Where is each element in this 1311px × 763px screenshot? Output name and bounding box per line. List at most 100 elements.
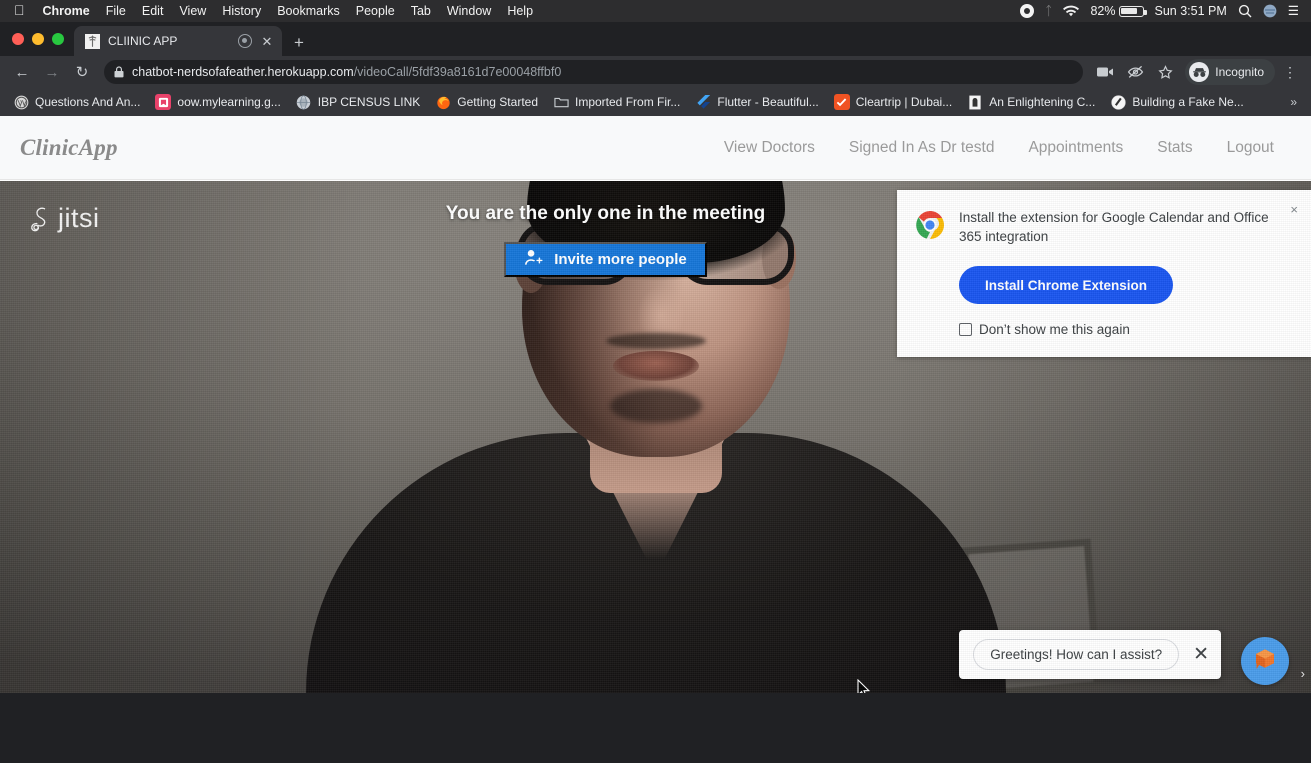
chatbot-greeting-bar: Greetings! How can I assist? ✕: [959, 630, 1221, 679]
chatbot-expand-icon[interactable]: ›: [1301, 666, 1305, 681]
tab-strip: CLIINIC APP ✕ +: [0, 22, 1311, 56]
url-path: /videoCall/5fdf39a8161d7e00048ffbf0: [353, 65, 562, 79]
menu-help[interactable]: Help: [499, 4, 541, 18]
bookmark-label: Questions And An...: [35, 95, 141, 109]
menu-edit[interactable]: Edit: [134, 4, 172, 18]
menu-window[interactable]: Window: [439, 4, 499, 18]
invite-more-people-button[interactable]: Invite more people: [504, 242, 707, 277]
bookmark-label: An Enlightening C...: [989, 95, 1096, 109]
bookmark-item[interactable]: Cleartrip | Dubai...: [827, 91, 960, 113]
record-icon[interactable]: [1019, 4, 1034, 18]
bookmark-item[interactable]: Flutter - Beautiful...: [688, 91, 825, 113]
lock-icon: [114, 66, 124, 78]
search-icon[interactable]: [1238, 4, 1252, 18]
battery-icon: [1118, 5, 1147, 17]
checkbox-box[interactable]: [959, 323, 972, 337]
new-tab-button[interactable]: +: [282, 34, 316, 51]
flutter-icon: [695, 94, 711, 110]
nav-logout[interactable]: Logout: [1210, 131, 1291, 165]
mouse-cursor: [857, 678, 871, 693]
folder-icon: [553, 94, 569, 110]
window-controls: [10, 22, 74, 56]
bookmark-item[interactable]: Building a Fake Ne...: [1103, 91, 1250, 113]
nav-appointments[interactable]: Appointments: [1011, 131, 1140, 165]
learning-icon: [155, 94, 172, 110]
incognito-indicator[interactable]: Incognito: [1185, 59, 1275, 85]
wordpress-icon: [13, 94, 29, 110]
bookmark-label: Getting Started: [457, 95, 538, 109]
participant-mouth: [612, 351, 699, 381]
address-bar[interactable]: chatbot-nerdsofafeather.herokuapp.com/vi…: [104, 60, 1084, 84]
extension-promo-text: Install the extension for Google Calenda…: [959, 210, 1269, 245]
add-person-icon: [524, 249, 543, 270]
menu-chrome[interactable]: Chrome: [35, 4, 98, 18]
camera-icon[interactable]: [1091, 58, 1119, 86]
bookmarks-overflow-button[interactable]: »: [1282, 95, 1305, 109]
clinic-app-page: ClinicApp View Doctors Signed In As Dr t…: [0, 116, 1311, 693]
close-icon[interactable]: ×: [1290, 203, 1298, 216]
browser-toolbar: ← → ↻ chatbot-nerdsofafeather.herokuapp.…: [0, 56, 1311, 88]
bluetooth-icon[interactable]: ᛏ: [1045, 4, 1053, 18]
menubar-clock[interactable]: Sun 3:51 PM: [1155, 4, 1227, 18]
bookmark-item[interactable]: IBP CENSUS LINK: [289, 91, 427, 113]
chatbot-launcher-button[interactable]: [1241, 637, 1289, 685]
install-chrome-extension-button[interactable]: Install Chrome Extension: [959, 266, 1174, 305]
menu-people[interactable]: People: [348, 4, 403, 18]
siri-icon[interactable]: [1263, 4, 1277, 18]
menu-file[interactable]: File: [98, 4, 134, 18]
jitsi-wordmark: jitsi: [58, 203, 100, 233]
close-window-button[interactable]: [12, 33, 24, 45]
bookmark-item[interactable]: Questions And An...: [6, 91, 147, 113]
bookmark-item[interactable]: Imported From Fir...: [546, 91, 687, 113]
camera-blocked-icon[interactable]: [1121, 58, 1149, 86]
bookmark-item[interactable]: Getting Started: [428, 91, 545, 113]
app-navbar: ClinicApp View Doctors Signed In As Dr t…: [0, 116, 1311, 180]
extension-promo-body: Install the extension for Google Calenda…: [959, 208, 1293, 337]
maximize-window-button[interactable]: [52, 33, 64, 45]
nav-view-doctors[interactable]: View Doctors: [707, 131, 832, 165]
participant-chin-beard: [609, 389, 702, 423]
menu-bookmarks[interactable]: Bookmarks: [269, 4, 348, 18]
bookmark-label: Cleartrip | Dubai...: [855, 95, 953, 109]
bookmark-label: Flutter - Beautiful...: [717, 95, 819, 109]
list-icon[interactable]: ☰: [1288, 5, 1299, 18]
clinic-caduceus-icon: [84, 33, 100, 49]
back-button[interactable]: ←: [8, 58, 36, 86]
firefox-icon: [435, 94, 451, 110]
bookmark-label: Building a Fake Ne...: [1132, 95, 1244, 109]
reload-button[interactable]: ↻: [68, 58, 96, 86]
wifi-icon[interactable]: [1063, 5, 1080, 17]
browser-menu-button[interactable]: ⋮: [1277, 65, 1303, 79]
incognito-icon: [1189, 62, 1210, 82]
chatbot-close-icon[interactable]: ✕: [1193, 645, 1209, 664]
toolbar-actions: Incognito ⋮: [1091, 58, 1303, 86]
menu-view[interactable]: View: [171, 4, 214, 18]
close-tab-button[interactable]: ✕: [260, 35, 274, 48]
battery-status[interactable]: 82%: [1090, 4, 1147, 18]
forward-button[interactable]: →: [38, 58, 66, 86]
jitsi-mark-icon: [31, 207, 46, 231]
apple-icon[interactable]: : [8, 3, 35, 17]
menu-history[interactable]: History: [214, 4, 269, 18]
star-icon[interactable]: [1151, 58, 1179, 86]
invite-button-label: Invite more people: [554, 251, 687, 268]
bookmark-item[interactable]: An Enlightening C...: [960, 91, 1102, 113]
chatbot-greeting-message[interactable]: Greetings! How can I assist?: [973, 639, 1180, 670]
url-host: chatbot-nerdsofafeather.herokuapp.com: [132, 65, 354, 79]
cube-chat-icon: [1251, 645, 1279, 678]
video-call-stage[interactable]: jitsi You are the only one in the meetin…: [0, 181, 1311, 693]
cleartrip-icon: [833, 94, 850, 110]
app-brand-logo[interactable]: ClinicApp: [20, 135, 118, 161]
nav-stats[interactable]: Stats: [1140, 131, 1209, 165]
book-icon: [967, 94, 983, 110]
bookmark-item[interactable]: oow.mylearning.g...: [148, 91, 287, 113]
nav-signed-in-as[interactable]: Signed In As Dr testd: [832, 131, 1012, 165]
medium-icon: [1110, 94, 1126, 110]
menu-tab[interactable]: Tab: [403, 4, 439, 18]
audio-playing-icon[interactable]: [238, 34, 252, 48]
dont-show-again-checkbox[interactable]: Don’t show me this again: [959, 322, 1293, 337]
minimize-window-button[interactable]: [32, 33, 44, 45]
browser-tab[interactable]: CLIINIC APP ✕: [74, 26, 282, 56]
dont-show-again-label: Don’t show me this again: [979, 322, 1130, 338]
participant-moustache: [605, 333, 706, 349]
